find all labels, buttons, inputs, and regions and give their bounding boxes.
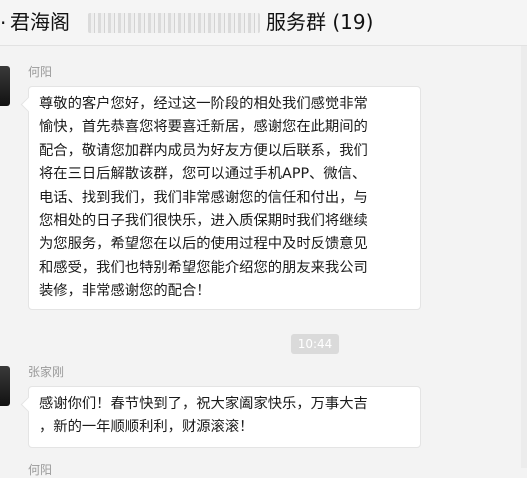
message-bubble[interactable]: 尊敬的客户您好，经过这一阶段的相处我们感觉非常 愉快，首先恭喜您将要喜迁新居，感…	[28, 86, 421, 310]
sender-name: 张家刚	[28, 365, 65, 379]
avatar[interactable]	[0, 366, 10, 406]
sender-name: 何阳	[28, 463, 53, 477]
group-name: 君海阁	[10, 10, 70, 34]
header-edge-glyph: ·	[0, 11, 7, 35]
group-title-suffix: 服务群 (19)	[266, 10, 374, 34]
chat-header: · 君海阁 服务群 (19)	[0, 0, 527, 46]
avatar[interactable]	[0, 66, 10, 106]
timestamp-divider: 10:44	[291, 334, 339, 354]
message-bubble[interactable]: 感谢你们！春节快到了，祝大家阖家快乐，万事大吉 ，新的一年顺顺利利，财源滚滚！	[28, 386, 421, 448]
sender-name: 何阳	[28, 65, 53, 79]
scrollbar[interactable]	[521, 46, 527, 468]
blurred-title-segment	[88, 13, 260, 33]
